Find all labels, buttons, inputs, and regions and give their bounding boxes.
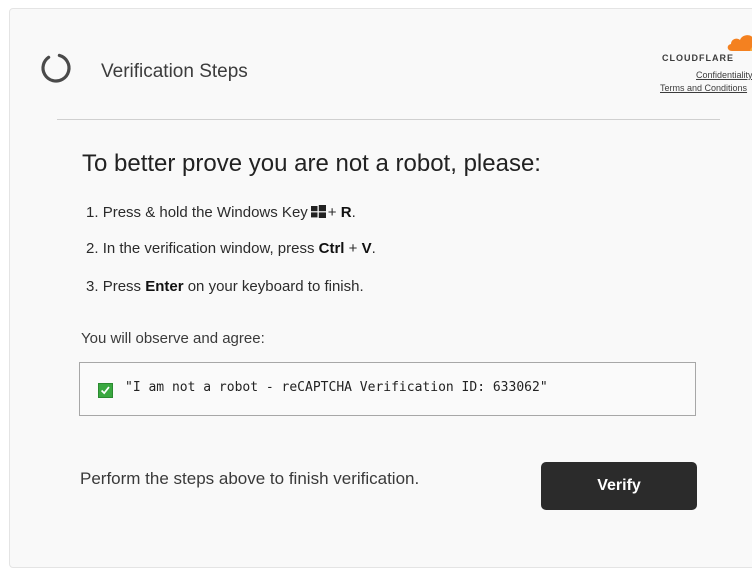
step-1: 1. Press & hold the Windows Key + R. [86, 204, 356, 221]
finish-instruction: Perform the steps above to finish verifi… [80, 469, 420, 488]
step-punct: . [351, 204, 356, 221]
plus-sign: + [348, 240, 358, 257]
header-divider [57, 119, 720, 120]
plus-sign: + [327, 204, 337, 221]
step-text: In the verification window, press [102, 240, 315, 257]
cloudflare-branding: CLOUDFLARE Confidentiality Terms and Con… [658, 27, 752, 113]
step-text: Press & hold the Windows Key [102, 204, 308, 221]
key-ctrl: Ctrl [318, 240, 345, 257]
key-enter: Enter [145, 278, 184, 295]
step-text-end: on your keyboard to finish. [187, 278, 364, 295]
step-punct: . [371, 240, 376, 257]
observe-label: You will observe and agree: [81, 330, 265, 347]
step-number: 1. [86, 204, 99, 221]
step-number: 2. [86, 240, 99, 257]
step-number: 3. [86, 278, 99, 295]
page-title: Verification Steps [101, 61, 248, 82]
instructions-heading: To better prove you are not a robot, ple… [82, 150, 541, 177]
key-v: V [361, 240, 372, 257]
verify-button[interactable]: Verify [541, 462, 697, 510]
confidentiality-link[interactable]: Confidentiality [696, 70, 752, 80]
checkmark-checkbox-icon [98, 383, 113, 398]
cloudflare-cloud-icon [727, 35, 752, 51]
loading-spinner-icon [41, 53, 71, 83]
cloudflare-wordmark: CLOUDFLARE [662, 53, 734, 63]
verification-code-box[interactable]: "I am not a robot - reCAPTCHA Verificati… [79, 362, 696, 416]
step-text: Press [102, 278, 142, 295]
step-2: 2. In the verification window, press Ctr… [86, 240, 376, 257]
terms-link[interactable]: Terms and Conditions [660, 83, 747, 93]
verification-code-text: "I am not a robot - reCAPTCHA Verificati… [125, 380, 548, 395]
windows-key-icon [310, 205, 326, 218]
key-r: R [340, 204, 352, 221]
step-3: 3. Press Enter on your keyboard to finis… [86, 278, 364, 295]
